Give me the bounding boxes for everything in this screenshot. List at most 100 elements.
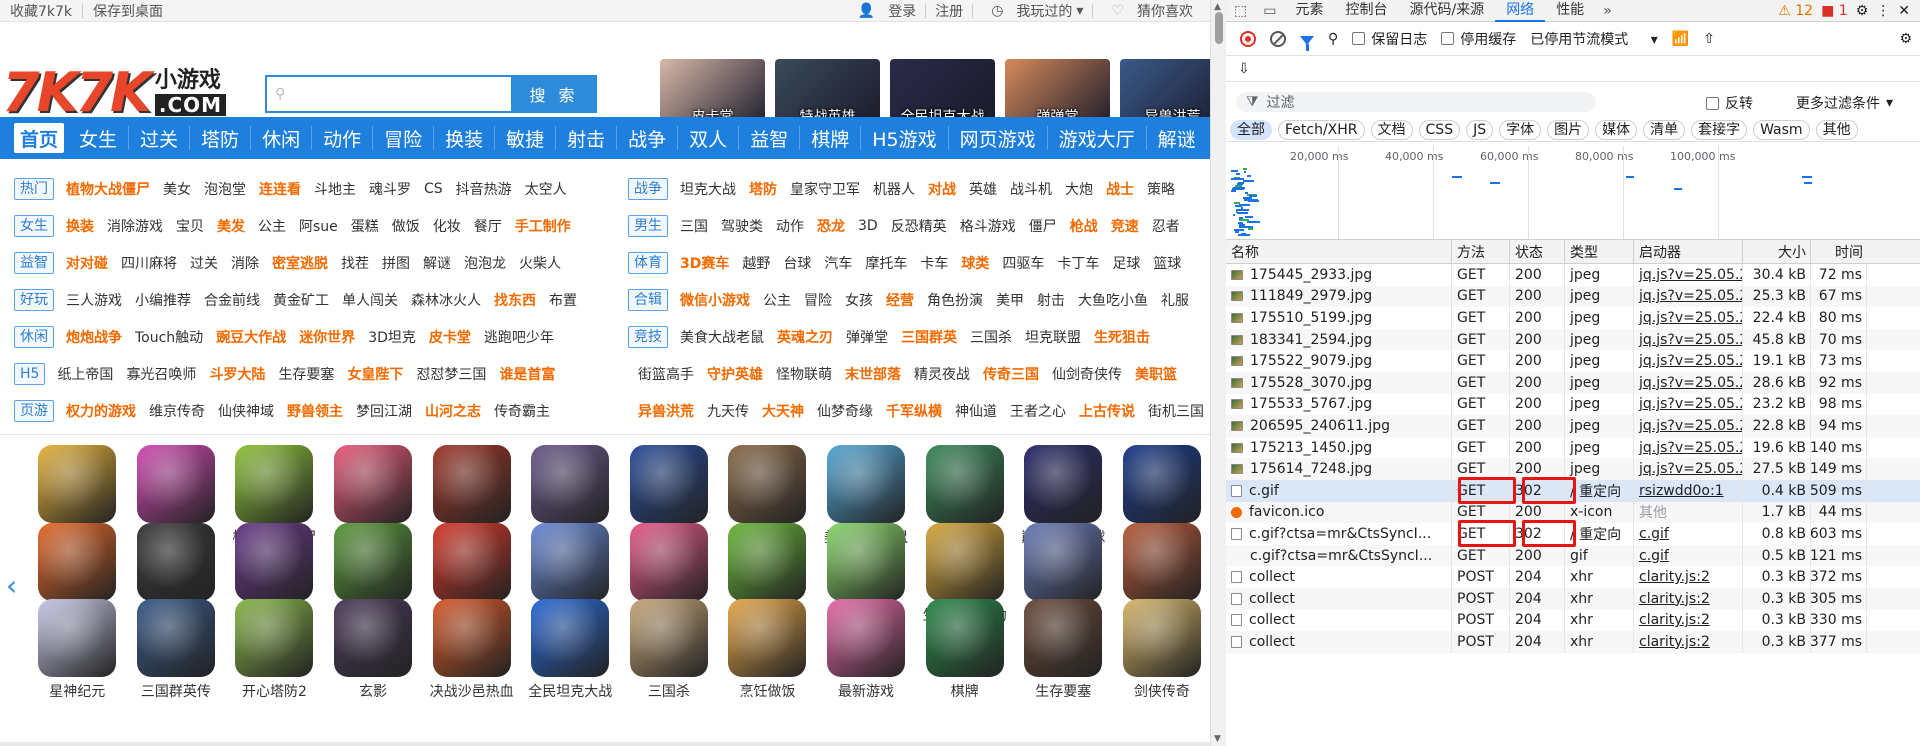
game-icon[interactable]	[137, 599, 215, 677]
category-link[interactable]: 角色扮演	[927, 290, 983, 310]
invert-checkbox[interactable]: 反转	[1706, 93, 1753, 113]
settings-icon[interactable]: ⚙	[1856, 3, 1869, 19]
request-name[interactable]: collect	[1226, 588, 1452, 610]
network-timeline[interactable]: 20,000 ms 40,000 ms 60,000 ms 80,000 ms 100,…	[1226, 142, 1920, 240]
request-initiator[interactable]: jq.js?v=25.05.2	[1634, 372, 1743, 394]
request-row[interactable]: 175528_3070.jpg GET 200 jpeg jq.js?v=25.05.2…	[1226, 372, 1920, 394]
game-icon[interactable]	[433, 599, 511, 677]
request-initiator[interactable]: jq.js?v=25.05.2	[1634, 458, 1743, 480]
category-link[interactable]: 竞速	[1111, 216, 1139, 236]
category-link[interactable]: 大炮	[1065, 179, 1093, 199]
prev-arrow-icon[interactable]: ‹	[6, 569, 17, 602]
category-link[interactable]: 过关	[190, 253, 218, 273]
category-link[interactable]: 三人游戏	[66, 290, 122, 310]
category-link[interactable]: 找东西	[494, 290, 536, 310]
network-conditions-icon[interactable]: 📶	[1672, 31, 1689, 47]
category-link[interactable]: 弹弹堂	[846, 327, 888, 347]
warning-count[interactable]: ⚠ 12	[1778, 3, 1813, 19]
request-initiator[interactable]: rsizwdd0o:1	[1634, 480, 1743, 502]
game-icon[interactable]	[38, 599, 116, 677]
request-name[interactable]: 175533_5767.jpg	[1226, 394, 1452, 416]
request-name[interactable]: 183341_2594.jpg	[1226, 329, 1452, 351]
category-link[interactable]: 大天神	[762, 401, 804, 421]
nav-item[interactable]: 过关	[129, 117, 189, 159]
nav-item[interactable]: 塔防	[190, 117, 250, 159]
category-link[interactable]: 寡光召唤师	[126, 364, 196, 384]
nav-item[interactable]: 战争	[617, 117, 677, 159]
category-link[interactable]: 驾驶类	[721, 216, 763, 236]
category-link[interactable]: 精灵夜战	[914, 364, 970, 384]
category-link[interactable]: 炮炮战争	[66, 327, 122, 347]
request-name[interactable]: 175528_3070.jpg	[1226, 372, 1452, 394]
resource-type-filter[interactable]: Fetch/XHR	[1278, 120, 1365, 140]
category-link[interactable]: 对战	[928, 179, 956, 199]
category-link[interactable]: 台球	[783, 253, 811, 273]
game-tile[interactable]: 烹饪做饭	[718, 599, 817, 701]
request-initiator[interactable]: 其他	[1634, 502, 1743, 524]
category-link[interactable]: 塔防	[749, 179, 777, 199]
resource-type-filter[interactable]: 媒体	[1595, 120, 1637, 140]
category-link[interactable]: 千军纵横	[886, 401, 942, 421]
resource-type-filter[interactable]: JS	[1466, 120, 1493, 140]
category-link[interactable]: 坦克大战	[680, 179, 736, 199]
category-link[interactable]: 枪战	[1070, 216, 1098, 236]
category-tag[interactable]: 战争	[628, 178, 668, 200]
request-row[interactable]: 175510_5199.jpg GET 200 jpeg jq.js?v=25.05.2…	[1226, 307, 1920, 329]
disable-cache-checkbox[interactable]: 停用缓存	[1441, 29, 1516, 49]
category-link[interactable]: 化妆	[433, 216, 461, 236]
category-link[interactable]: 动作	[776, 216, 804, 236]
more-filters-button[interactable]: 更多过滤条件 ▾	[1796, 93, 1893, 113]
record-icon[interactable]	[1240, 31, 1256, 47]
request-initiator[interactable]: jq.js?v=25.05.2	[1634, 394, 1743, 416]
resource-type-filter[interactable]: 其他	[1816, 120, 1858, 140]
category-link[interactable]: 公主	[763, 290, 791, 310]
category-link[interactable]: 反恐精英	[891, 216, 947, 236]
nav-item[interactable]: 动作	[312, 117, 372, 159]
category-link[interactable]: 美甲	[996, 290, 1024, 310]
category-link[interactable]: 3D	[858, 218, 878, 234]
category-link[interactable]: 火柴人	[519, 253, 561, 273]
search-icon[interactable]: ⚲	[1328, 31, 1338, 47]
category-link[interactable]: 纸上帝国	[57, 364, 113, 384]
game-icon[interactable]	[1024, 599, 1102, 677]
category-link[interactable]: 三国杀	[970, 327, 1012, 347]
category-link[interactable]: 战斗机	[1010, 179, 1052, 199]
category-link[interactable]: 王者之心	[1010, 401, 1066, 421]
more-menu-icon[interactable]: ⋮	[1876, 3, 1890, 19]
game-icon[interactable]	[334, 599, 412, 677]
game-icon[interactable]	[433, 445, 511, 523]
request-initiator[interactable]: jq.js?v=25.05.2	[1634, 329, 1743, 351]
game-name[interactable]: 星神纪元	[49, 681, 105, 701]
page-scrollbar[interactable]: ▲ ▼	[1210, 0, 1226, 746]
game-icon[interactable]	[827, 445, 905, 523]
game-tile[interactable]: 星神纪元	[28, 599, 127, 701]
export-icon[interactable]: ⇩	[1238, 61, 1250, 77]
devtools-tab[interactable]: 性能	[1545, 0, 1595, 22]
request-row[interactable]: 175522_9079.jpg GET 200 jpeg jq.js?v=25.05.2…	[1226, 350, 1920, 372]
scroll-up-icon[interactable]: ▲	[1214, 2, 1221, 12]
game-icon[interactable]	[728, 445, 806, 523]
category-link[interactable]: 守护英雄	[707, 364, 763, 384]
category-link[interactable]: 越野	[742, 253, 770, 273]
column-header[interactable]: 大小	[1743, 240, 1811, 263]
category-link[interactable]: 礼服	[1161, 290, 1189, 310]
game-tile[interactable]: 生存要塞	[1014, 599, 1113, 701]
network-settings-icon[interactable]: ⚙	[1899, 31, 1920, 47]
game-icon[interactable]	[728, 523, 806, 601]
category-link[interactable]: 连连看	[259, 179, 301, 199]
category-tag[interactable]: 男生	[628, 215, 668, 237]
throttle-select[interactable]: 已停用节流模式 ▾	[1530, 29, 1657, 49]
category-tag[interactable]: 竞技	[628, 326, 668, 348]
game-icon[interactable]	[827, 599, 905, 677]
category-link[interactable]: 找茬	[341, 253, 369, 273]
resource-type-filter[interactable]: 字体	[1499, 120, 1541, 140]
request-row[interactable]: 175445_2933.jpg GET 200 jpeg jq.js?v=25.05.2…	[1226, 264, 1920, 286]
category-link[interactable]: 密室逃脱	[272, 253, 328, 273]
category-link[interactable]: 四驱车	[1002, 253, 1044, 273]
nav-item[interactable]: 游戏大厅	[1048, 117, 1146, 159]
nav-item[interactable]: 冒险	[373, 117, 433, 159]
request-row[interactable]: c.gif?ctsa=mr&CtsSyncI... GET 200 gif c.gif 0…	[1226, 545, 1920, 567]
close-icon[interactable]: ✕	[1898, 3, 1910, 19]
category-link[interactable]: 迷你世界	[299, 327, 355, 347]
recommend-link[interactable]: ♡ 猜你喜欢	[1093, 1, 1202, 21]
